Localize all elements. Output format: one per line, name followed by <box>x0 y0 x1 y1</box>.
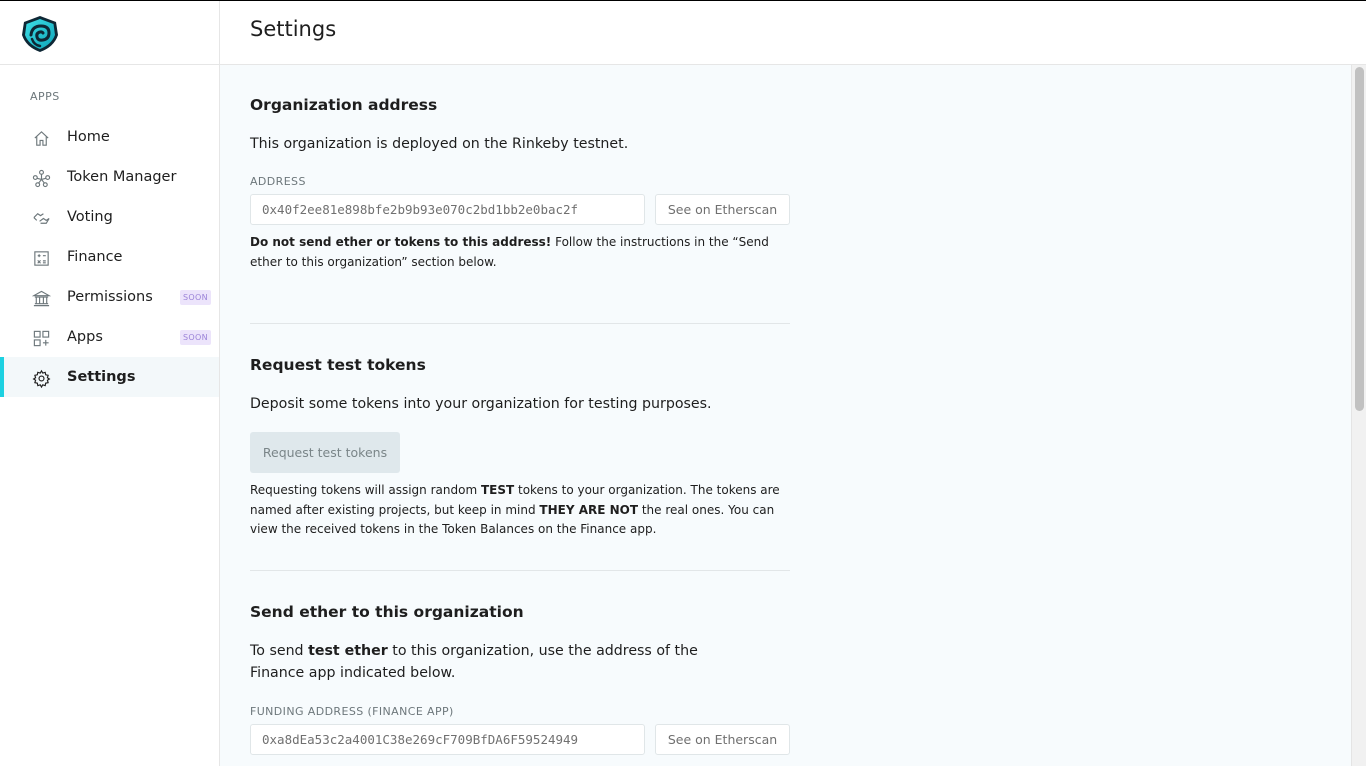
sidebar-item-settings[interactable]: Settings <box>0 357 219 397</box>
funding-address-input[interactable] <box>250 724 645 755</box>
funding-address-label: FUNDING ADDRESS (FINANCE APP) <box>250 705 454 718</box>
window-top-border <box>0 0 1366 1</box>
sidebar-item-label: Home <box>67 129 110 145</box>
sidebar-item-voting[interactable]: Voting <box>0 197 219 237</box>
soon-badge: SOON <box>180 330 211 345</box>
page-header: Settings <box>220 1 1366 65</box>
note-bold-test: TEST <box>480 483 515 497</box>
sidebar-nav: Home Token Manager Voting Finance Permis… <box>0 117 219 397</box>
address-warning: Do not send ether or tokens to this addr… <box>250 233 795 272</box>
home-icon <box>31 128 51 148</box>
apps-heading: APPS <box>30 90 60 103</box>
sidebar-item-label: Apps <box>67 329 103 345</box>
org-address-input[interactable] <box>250 194 645 225</box>
gear-icon <box>31 368 51 388</box>
finance-icon <box>31 248 51 268</box>
test-tokens-title: Request test tokens <box>250 356 426 374</box>
sidebar-item-label: Finance <box>67 249 123 265</box>
org-address-description: This organization is deployed on the Rin… <box>250 136 629 152</box>
voting-icon <box>31 208 51 228</box>
sidebar-item-home[interactable]: Home <box>0 117 219 157</box>
sidebar-item-finance[interactable]: Finance <box>0 237 219 277</box>
sidebar-item-permissions[interactable]: Permissions SOON <box>0 277 219 317</box>
token-manager-icon <box>31 168 51 188</box>
sidebar-item-label: Token Manager <box>67 169 177 185</box>
logo-area <box>0 1 219 65</box>
scrollbar-thumb[interactable] <box>1355 67 1364 411</box>
sidebar-item-token-manager[interactable]: Token Manager <box>0 157 219 197</box>
apps-icon <box>31 328 51 348</box>
see-on-etherscan-button[interactable]: See on Etherscan <box>655 724 790 755</box>
settings-content: Organization address This organization i… <box>220 65 1351 766</box>
org-address-title: Organization address <box>250 96 438 114</box>
see-on-etherscan-button[interactable]: See on Etherscan <box>655 194 790 225</box>
desc-text: To send <box>250 643 309 659</box>
aragon-logo[interactable] <box>20 15 60 53</box>
test-tokens-description: Deposit some tokens into your organizati… <box>250 396 712 412</box>
sidebar-item-label: Permissions <box>67 289 153 305</box>
desc-bold: test ether <box>308 643 388 659</box>
sidebar: APPS Home Token Manager Voting Finance P… <box>0 1 220 766</box>
note-bold-not-real: THEY ARE NOT <box>539 502 639 517</box>
warning-bold: Do not send ether or tokens to this addr… <box>250 235 552 249</box>
soon-badge: SOON <box>180 290 211 305</box>
section-divider <box>250 570 790 571</box>
address-label: ADDRESS <box>250 175 306 188</box>
sidebar-item-label: Voting <box>67 209 113 225</box>
vertical-scrollbar[interactable] <box>1351 65 1366 766</box>
request-test-tokens-button[interactable]: Request test tokens <box>250 432 400 473</box>
note-text: Requesting tokens will assign random <box>250 483 481 497</box>
send-ether-title: Send ether to this organization <box>250 603 524 621</box>
send-ether-description: To send test ether to this organization,… <box>250 640 750 684</box>
page-title: Settings <box>250 17 337 41</box>
sidebar-item-label: Settings <box>67 369 136 385</box>
permissions-icon <box>31 288 51 308</box>
test-tokens-note: Requesting tokens will assign random TES… <box>250 481 795 540</box>
section-divider <box>250 323 790 324</box>
sidebar-item-apps[interactable]: Apps SOON <box>0 317 219 357</box>
